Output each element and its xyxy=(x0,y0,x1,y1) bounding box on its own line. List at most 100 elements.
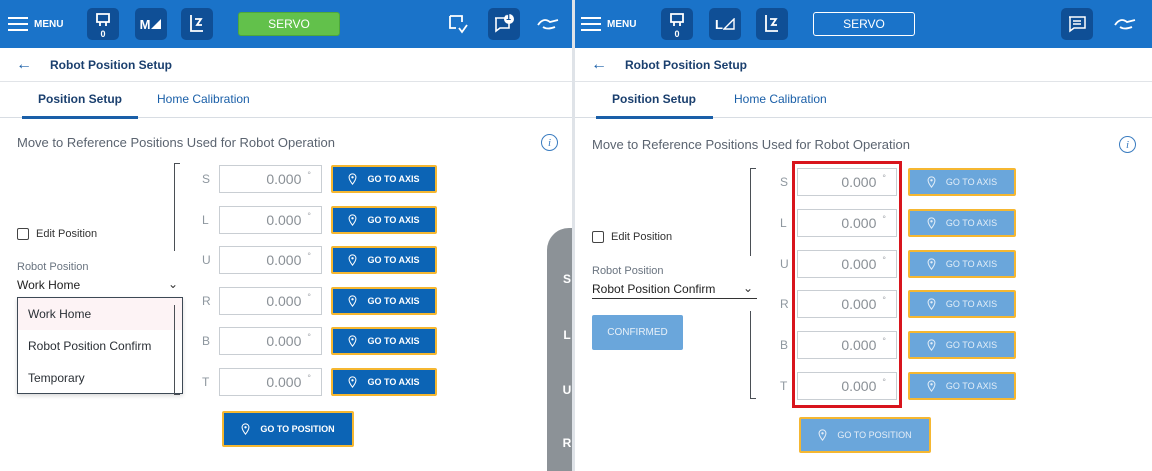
go-to-axis-label: GO TO AXIS xyxy=(945,217,998,228)
clipboard-check-icon xyxy=(449,15,468,34)
axis-label-l: L xyxy=(780,215,787,230)
page-title: Robot Position Setup xyxy=(625,57,747,72)
edit-position-checkbox[interactable]: Edit Position xyxy=(17,228,97,240)
messages-button[interactable]: 1 xyxy=(488,8,520,40)
coordinate-icon xyxy=(151,19,162,29)
edit-position-label: Edit Position xyxy=(36,228,98,240)
go-to-axis-button-s[interactable]: GO TO AXIS xyxy=(908,168,1016,196)
go-to-axis-label: GO TO AXIS xyxy=(367,336,420,346)
axis-value-l[interactable]: 0.000 ° xyxy=(219,205,322,234)
coordinate-button[interactable]: M xyxy=(135,8,167,40)
side-rail-axis-l[interactable]: L xyxy=(547,328,572,342)
tool-icon-button[interactable]: 0 xyxy=(661,8,693,40)
info-icon[interactable]: i xyxy=(541,134,558,151)
location-pin-icon xyxy=(927,217,936,229)
location-pin-icon xyxy=(818,429,827,441)
go-to-position-button[interactable]: GO TO POSITION xyxy=(799,417,931,453)
confirmed-button[interactable]: CONFIRMED xyxy=(592,315,683,350)
checkbox-box[interactable] xyxy=(17,228,29,240)
axis-value-s[interactable]: 0.000 ° xyxy=(219,165,322,193)
tab-position-setup[interactable]: Position Setup xyxy=(38,92,122,106)
hamburger-icon xyxy=(8,17,28,31)
axis-label-r: R xyxy=(780,297,789,312)
location-pin-icon xyxy=(927,257,936,270)
go-to-axis-button-t[interactable]: GO TO AXIS xyxy=(331,367,437,396)
axis-label-t: T xyxy=(202,374,210,389)
messages-button[interactable] xyxy=(1061,8,1093,40)
dropdown-option-temporary[interactable]: Temporary xyxy=(18,362,182,394)
menu-label: MENU xyxy=(34,18,64,30)
instruction-text: Move to Reference Positions Used for Rob… xyxy=(17,135,335,150)
degree-unit: ° xyxy=(307,170,311,180)
go-to-axis-button-s[interactable]: GO TO AXIS xyxy=(331,165,437,193)
go-to-axis-label: GO TO AXIS xyxy=(945,258,998,269)
go-to-axis-button-u[interactable]: GO TO AXIS xyxy=(331,246,437,274)
side-rail-axis-u[interactable]: U xyxy=(547,383,572,397)
menu-button[interactable]: MENU xyxy=(581,10,636,38)
back-arrow-icon[interactable]: ← xyxy=(591,56,611,74)
axis-value-text: 0.000 xyxy=(266,333,302,349)
go-to-axis-button-b[interactable]: GO TO AXIS xyxy=(331,327,437,355)
right-panel: MENU 0 L SERVO ← Robot Position Setup Po… xyxy=(575,0,1152,471)
tool-badge: 0 xyxy=(100,29,106,39)
menu-button[interactable]: MENU xyxy=(8,10,63,38)
degree-unit: ° xyxy=(307,291,311,302)
hand-icon xyxy=(537,19,559,30)
edit-position-label: Edit Position xyxy=(611,231,673,243)
hand-guide-button[interactable] xyxy=(1110,8,1142,40)
active-tab-underline xyxy=(596,116,713,119)
servo-button[interactable]: SERVO xyxy=(238,12,340,36)
instruction-text: Move to Reference Positions Used for Rob… xyxy=(592,137,910,152)
info-icon[interactable]: i xyxy=(1119,136,1136,153)
go-to-axis-label: GO TO AXIS xyxy=(945,299,998,310)
axis-value-r[interactable]: 0.000 ° xyxy=(219,286,322,315)
tab-position-setup[interactable]: Position Setup xyxy=(612,92,696,106)
tab-home-calibration[interactable]: Home Calibration xyxy=(157,92,250,106)
dropdown-option-robot-position-confirm[interactable]: Robot Position Confirm xyxy=(18,330,182,362)
tab-bar: Position Setup Home Calibration xyxy=(0,84,572,119)
hand-icon xyxy=(1114,19,1136,30)
hand-guide-button[interactable] xyxy=(533,8,565,40)
checkbox-box[interactable] xyxy=(592,231,604,243)
axis-value-u[interactable]: 0.000 ° xyxy=(219,246,322,274)
go-to-position-button[interactable]: GO TO POSITION xyxy=(222,411,354,447)
edit-position-checkbox[interactable]: Edit Position xyxy=(592,231,672,243)
axis-value-b[interactable]: 0.000 ° xyxy=(219,327,322,355)
axis-label-s: S xyxy=(780,175,789,189)
go-to-axis-button-b[interactable]: GO TO AXIS xyxy=(908,331,1016,360)
go-to-axis-label: GO TO AXIS xyxy=(945,177,998,187)
go-to-position-label: GO TO POSITION xyxy=(837,430,912,440)
axis-value-text: 0.000 xyxy=(266,373,302,390)
servo-button[interactable]: SERVO xyxy=(813,12,915,36)
chevron-down-icon[interactable]: ⌄ xyxy=(743,281,753,295)
location-pin-icon xyxy=(349,375,357,388)
screenshot-root: MENU 0 M SERVO 1 ← Robot Position Setup … xyxy=(0,0,1152,471)
go-to-axis-button-r[interactable]: GO TO AXIS xyxy=(331,286,437,315)
robot-position-select[interactable]: Robot Position Confirm xyxy=(592,282,715,296)
coordinate-button[interactable]: L xyxy=(709,8,741,40)
axis-side-rail: S L U R xyxy=(547,228,572,471)
degree-unit: ° xyxy=(307,372,311,383)
go-to-axis-button-r[interactable]: GO TO AXIS xyxy=(908,290,1016,319)
go-to-axis-button-l[interactable]: GO TO AXIS xyxy=(908,208,1016,237)
axis-label-b: B xyxy=(202,334,211,348)
axis-label-r: R xyxy=(202,293,211,308)
robot-position-dropdown: Work Home Robot Position Confirm Tempora… xyxy=(17,297,183,394)
teach-button[interactable] xyxy=(442,8,474,40)
robot-position-select[interactable]: Work Home xyxy=(17,278,80,292)
go-to-axis-button-l[interactable]: GO TO AXIS xyxy=(331,205,437,234)
select-underline xyxy=(592,298,757,299)
tool-icon-button[interactable]: 0 xyxy=(87,8,119,40)
back-arrow-icon[interactable]: ← xyxy=(16,56,36,74)
chevron-down-icon[interactable]: ⌄ xyxy=(168,277,178,291)
axis-value-t[interactable]: 0.000 ° xyxy=(219,367,322,396)
side-rail-axis-s[interactable]: S xyxy=(547,272,572,286)
axis-value-text: 0.000 xyxy=(266,211,302,228)
go-to-axis-button-t[interactable]: GO TO AXIS xyxy=(908,372,1016,400)
tab-home-calibration[interactable]: Home Calibration xyxy=(734,92,827,106)
dropdown-option-work-home[interactable]: Work Home xyxy=(18,298,182,330)
jog-frame-button[interactable] xyxy=(756,8,788,40)
jog-frame-button[interactable] xyxy=(181,8,213,40)
side-rail-axis-r[interactable]: R xyxy=(547,436,572,450)
go-to-axis-button-u[interactable]: GO TO AXIS xyxy=(908,249,1016,278)
